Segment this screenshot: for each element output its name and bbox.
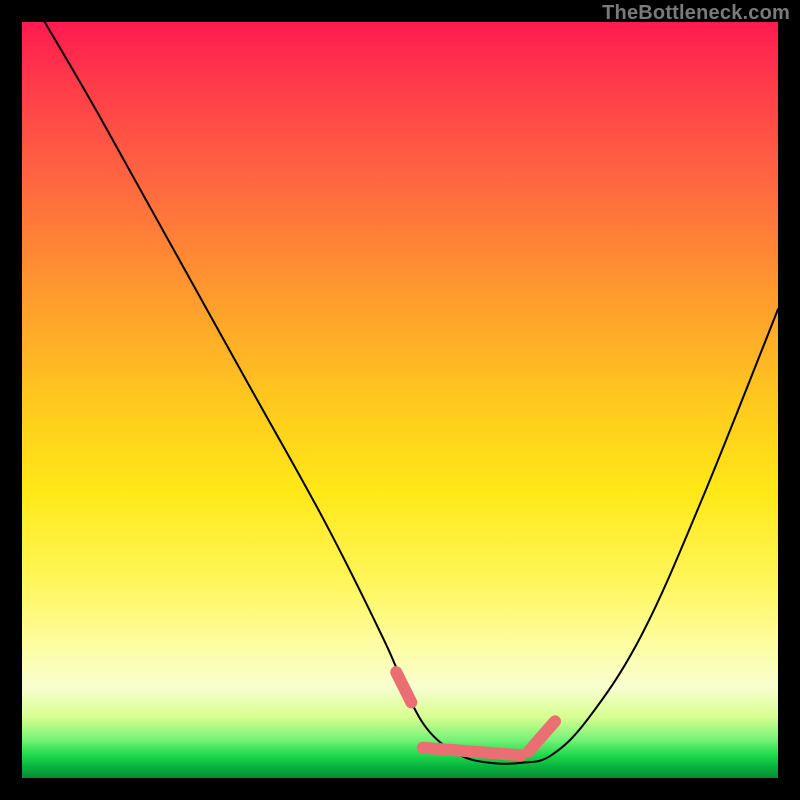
curve-layer: [22, 22, 778, 778]
plot-area: [22, 22, 778, 778]
chart-frame: TheBottleneck.com: [0, 0, 800, 800]
pink-overlay-path: [396, 672, 555, 755]
black-curve-path: [45, 22, 778, 764]
